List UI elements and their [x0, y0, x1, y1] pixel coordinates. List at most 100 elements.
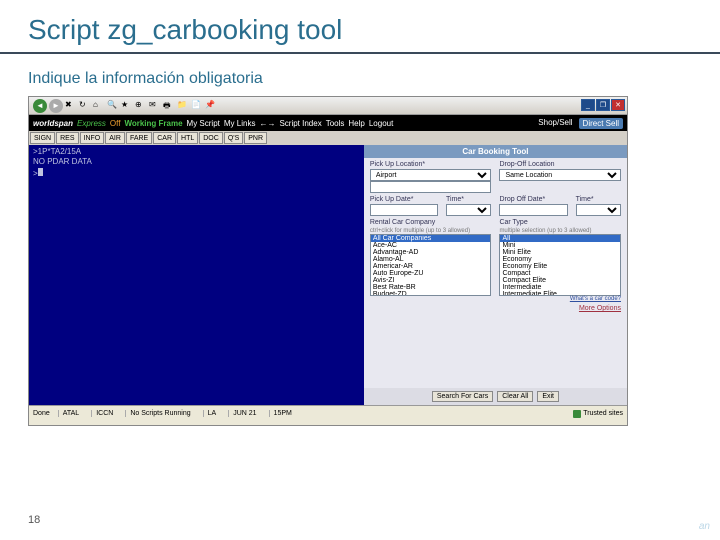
home-icon[interactable]: ⌂	[93, 100, 105, 112]
list-item[interactable]: Economy	[500, 256, 620, 263]
more-options-link[interactable]: More Options	[370, 305, 621, 312]
maximize-button[interactable]: ❐	[596, 99, 610, 111]
tools-link[interactable]: Tools	[326, 119, 345, 128]
list-item[interactable]: Americar-AR	[371, 263, 491, 270]
car-type-label: Car Type	[499, 219, 621, 226]
pickup-time-label: Time*	[446, 196, 491, 203]
mail-icon[interactable]: ✉	[149, 100, 161, 112]
list-item[interactable]: All	[500, 235, 620, 242]
favorites-icon[interactable]: ★	[121, 100, 133, 112]
pickup-location-label: Pick Up Location*	[370, 161, 492, 168]
fkey-htl[interactable]: HTL	[177, 132, 198, 144]
list-item[interactable]: Advantage-AD	[371, 249, 491, 256]
direct-sell-tab[interactable]: Direct Sell	[579, 118, 623, 129]
terminal[interactable]: >1P*TA2/15A NO PDAR DATA >	[29, 145, 364, 405]
logout-link[interactable]: Logout	[369, 119, 393, 128]
forward-button[interactable]: ►	[49, 99, 63, 113]
status-bar: Done ATAL ICCN No Scripts Running LA JUN…	[29, 405, 627, 421]
nav-arrows[interactable]: ←→	[259, 119, 275, 128]
my-links-link[interactable]: My Links	[224, 119, 256, 128]
list-item[interactable]: Alamo-AL	[371, 256, 491, 263]
history-icon[interactable]: ⊕	[135, 100, 147, 112]
fkey-pnr[interactable]: PNR	[244, 132, 267, 144]
fkey-res[interactable]: RES	[56, 132, 78, 144]
clear-button[interactable]: Clear All	[497, 391, 533, 402]
pickup-date-label: Pick Up Date*	[370, 196, 438, 203]
back-button[interactable]: ◄	[33, 99, 47, 113]
fkey-car[interactable]: CAR	[153, 132, 176, 144]
rental-company-label: Rental Car Company	[370, 219, 492, 226]
shield-icon	[573, 410, 581, 418]
slide-subtitle: Indique la información obligatoria	[0, 54, 720, 96]
button-row: Search For Cars Clear All Exit	[364, 388, 627, 405]
list-item[interactable]: Avis-ZI	[371, 277, 491, 284]
list-item[interactable]: Budget-ZD	[371, 291, 491, 296]
express-label: Express	[77, 119, 106, 128]
dropoff-location-label: Drop-Off Location	[499, 161, 621, 168]
refresh-icon[interactable]: ↻	[79, 100, 91, 112]
fkey-info[interactable]: INFO	[80, 132, 105, 144]
pickup-location-input[interactable]	[370, 181, 492, 193]
terminal-line-2: NO PDAR DATA	[33, 157, 360, 167]
ie-toolbar: ◄ ► ✖ ↻ ⌂ 🔍 ★ ⊕ ✉ 🖶 📁 📄 📌	[29, 97, 627, 115]
dropoff-location-select[interactable]: Same Location	[499, 169, 621, 181]
fkey-qs[interactable]: Q'S	[224, 132, 243, 144]
car-code-link[interactable]: What's a car code?	[499, 296, 621, 302]
list-item[interactable]: Ace-AC	[371, 242, 491, 249]
car-booking-panel: Car Booking Tool Pick Up Location* Airpo…	[364, 145, 627, 405]
dropoff-time-label: Time*	[576, 196, 621, 203]
minimize-button[interactable]: _	[581, 99, 595, 111]
list-item[interactable]: Economy Elite	[500, 263, 620, 270]
fkey-sign[interactable]: SIGN	[30, 132, 55, 144]
list-item[interactable]: Compact Elite	[500, 277, 620, 284]
status-iccn: ICCN	[91, 410, 117, 417]
car-type-sub: multiple selection (up to 3 allowed)	[499, 228, 591, 234]
fkey-air[interactable]: AIR	[105, 132, 125, 144]
terminal-line-1: >1P*TA2/15A	[33, 147, 360, 157]
dropoff-date-input[interactable]	[499, 204, 567, 216]
dropoff-date-label: Drop Off Date*	[499, 196, 567, 203]
list-item[interactable]: Auto Europe-ZU	[371, 270, 491, 277]
my-script-link[interactable]: My Script	[187, 119, 220, 128]
list-item[interactable]: Mini Elite	[500, 249, 620, 256]
close-button[interactable]: ✕	[611, 99, 625, 111]
cursor-icon	[38, 168, 43, 176]
search-button[interactable]: Search For Cars	[432, 391, 493, 402]
list-item[interactable]: Mini	[500, 242, 620, 249]
pickup-location-select[interactable]: Airport	[370, 169, 492, 181]
car-type-list[interactable]: All Mini Mini Elite Economy Economy Elit…	[499, 234, 621, 296]
print-icon[interactable]: 🖶	[163, 100, 175, 112]
search-icon[interactable]: 🔍	[107, 100, 119, 112]
stop-icon[interactable]: ✖	[65, 100, 77, 112]
off-label: Off	[110, 119, 121, 128]
exit-button[interactable]: Exit	[537, 391, 559, 402]
fkey-doc[interactable]: DOC	[199, 132, 223, 144]
status-atal: ATAL	[58, 410, 83, 417]
dropoff-time-select[interactable]	[576, 204, 621, 216]
terminal-line-3: >	[33, 168, 360, 179]
list-item[interactable]: Intermediate	[500, 284, 620, 291]
page-number: 18	[28, 514, 40, 526]
pickup-time-select[interactable]	[446, 204, 491, 216]
brand-bar: worldspan Express Off Working Frame My S…	[29, 115, 627, 131]
list-item[interactable]: Best Rate-BR	[371, 284, 491, 291]
rental-company-list[interactable]: All Car Companies Ace-AC Advantage-AD Al…	[370, 234, 492, 296]
list-item[interactable]: Compact	[500, 270, 620, 277]
shop-sell-tab[interactable]: Shop/Sell	[538, 118, 572, 129]
status-date: JUN 21	[228, 410, 260, 417]
script-index-link[interactable]: Script Index	[279, 119, 321, 128]
folder-icon[interactable]: 📁	[177, 100, 189, 112]
window-controls: _ ❐ ✕	[581, 99, 625, 111]
slide-title: Script zg_carbooking tool	[0, 0, 720, 54]
page-icon[interactable]: 📄	[191, 100, 203, 112]
pickup-date-input[interactable]	[370, 204, 438, 216]
pin-icon[interactable]: 📌	[205, 100, 217, 112]
trusted-sites: Trusted sites	[573, 410, 623, 418]
main-area: >1P*TA2/15A NO PDAR DATA > Car Booking T…	[29, 145, 627, 405]
fkey-fare[interactable]: FARE	[126, 132, 152, 144]
app-window: _ ❐ ✕ ◄ ► ✖ ↻ ⌂ 🔍 ★ ⊕ ✉ 🖶 📁 📄 📌 worldspa…	[28, 96, 628, 426]
list-item[interactable]: All Car Companies	[371, 235, 491, 242]
help-link[interactable]: Help	[348, 119, 364, 128]
footer-logo: an	[699, 521, 710, 532]
working-frame-label: Working Frame	[124, 119, 182, 128]
